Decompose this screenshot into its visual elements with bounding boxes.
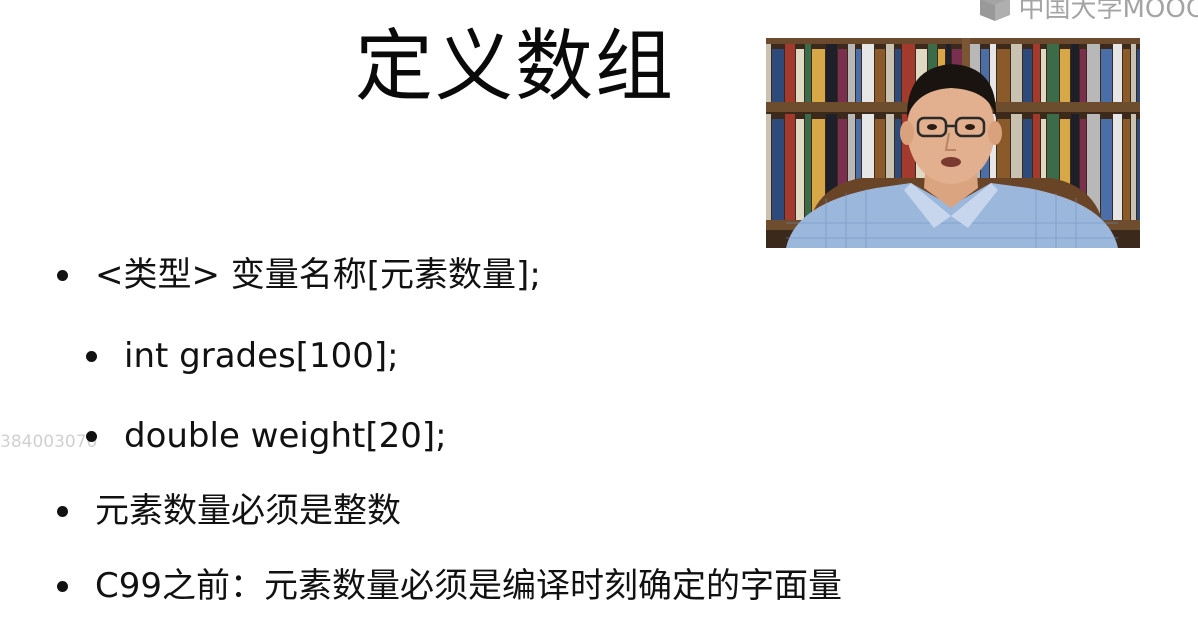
book-spine — [812, 49, 825, 102]
book-spine — [805, 114, 811, 220]
book-spine — [1041, 49, 1046, 102]
slide-title: 定义数组 — [355, 22, 676, 112]
book-spine — [805, 44, 811, 102]
presenter-video-frame — [766, 38, 1140, 248]
book-spine — [838, 49, 847, 102]
presenter-video — [766, 38, 1140, 248]
book-spine — [1023, 49, 1032, 102]
book-spine — [886, 44, 894, 102]
book-spine — [862, 44, 874, 102]
book-spine — [1137, 119, 1140, 220]
bullet-dot-icon — [86, 430, 97, 442]
book-spine — [772, 119, 784, 220]
book-spine — [1087, 44, 1100, 102]
bullet-dot-icon — [57, 269, 68, 281]
bullet-dot-icon — [57, 580, 68, 592]
sub-bullet-item: int grades[100]; — [86, 334, 399, 378]
book-spine — [1137, 49, 1140, 102]
book-spine — [1071, 44, 1079, 102]
book-spine — [856, 49, 861, 102]
book-spine — [1113, 114, 1122, 220]
book-spine — [1131, 44, 1136, 102]
mooc-logo-text: 中国大学MOOC — [1018, 0, 1198, 24]
mooc-logo-icon — [980, 0, 1011, 21]
book-spine — [1131, 114, 1136, 220]
user-id-watermark: 384003070 — [0, 432, 98, 452]
book-spine — [826, 44, 837, 102]
sub-bullet-item: double weight[20]; — [86, 414, 447, 458]
book-spine — [1101, 49, 1112, 102]
book-spine — [1047, 44, 1059, 102]
bullet-dot-icon — [86, 350, 97, 362]
bullet-item: C99之前：元素数量必须是编译时刻确定的字面量 — [57, 564, 842, 608]
book-spine — [785, 44, 795, 102]
book-spine — [772, 49, 784, 102]
bullet-text: C99之前：元素数量必须是编译时刻确定的字面量 — [95, 566, 843, 606]
book-spine — [1101, 119, 1112, 220]
book-spine — [766, 114, 771, 220]
bullet-text: <类型> 变量名称[元素数量]; — [95, 255, 541, 295]
book-spine — [1060, 49, 1070, 102]
book-spine — [796, 49, 804, 102]
book-spine — [895, 49, 901, 102]
book-spine — [1123, 119, 1130, 220]
bullet-item: <类型> 变量名称[元素数量]; — [57, 253, 541, 297]
bullet-text: int grades[100]; — [124, 336, 399, 376]
book-spine — [796, 119, 804, 220]
book-spine — [1033, 44, 1040, 102]
book-spine — [1123, 49, 1130, 102]
bullet-text: 元素数量必须是整数 — [95, 491, 401, 531]
bullet-dot-icon — [57, 505, 68, 517]
book-spine — [1113, 44, 1122, 102]
book-spine — [848, 44, 855, 102]
mooc-logo: 中国大学MOOC — [978, 0, 1198, 25]
book-spine — [997, 49, 1010, 102]
slide-canvas: 定义数组 <类型> 变量名称[元素数量]; int grades[100]; 3… — [0, 0, 1198, 635]
book-spine — [1011, 44, 1022, 102]
book-spine — [875, 49, 885, 102]
book-spine — [766, 44, 771, 102]
bullet-item: 元素数量必须是整数 — [57, 489, 401, 533]
book-spine — [785, 114, 795, 220]
book-spine — [1080, 49, 1086, 102]
bullet-text: double weight[20]; — [124, 416, 447, 456]
